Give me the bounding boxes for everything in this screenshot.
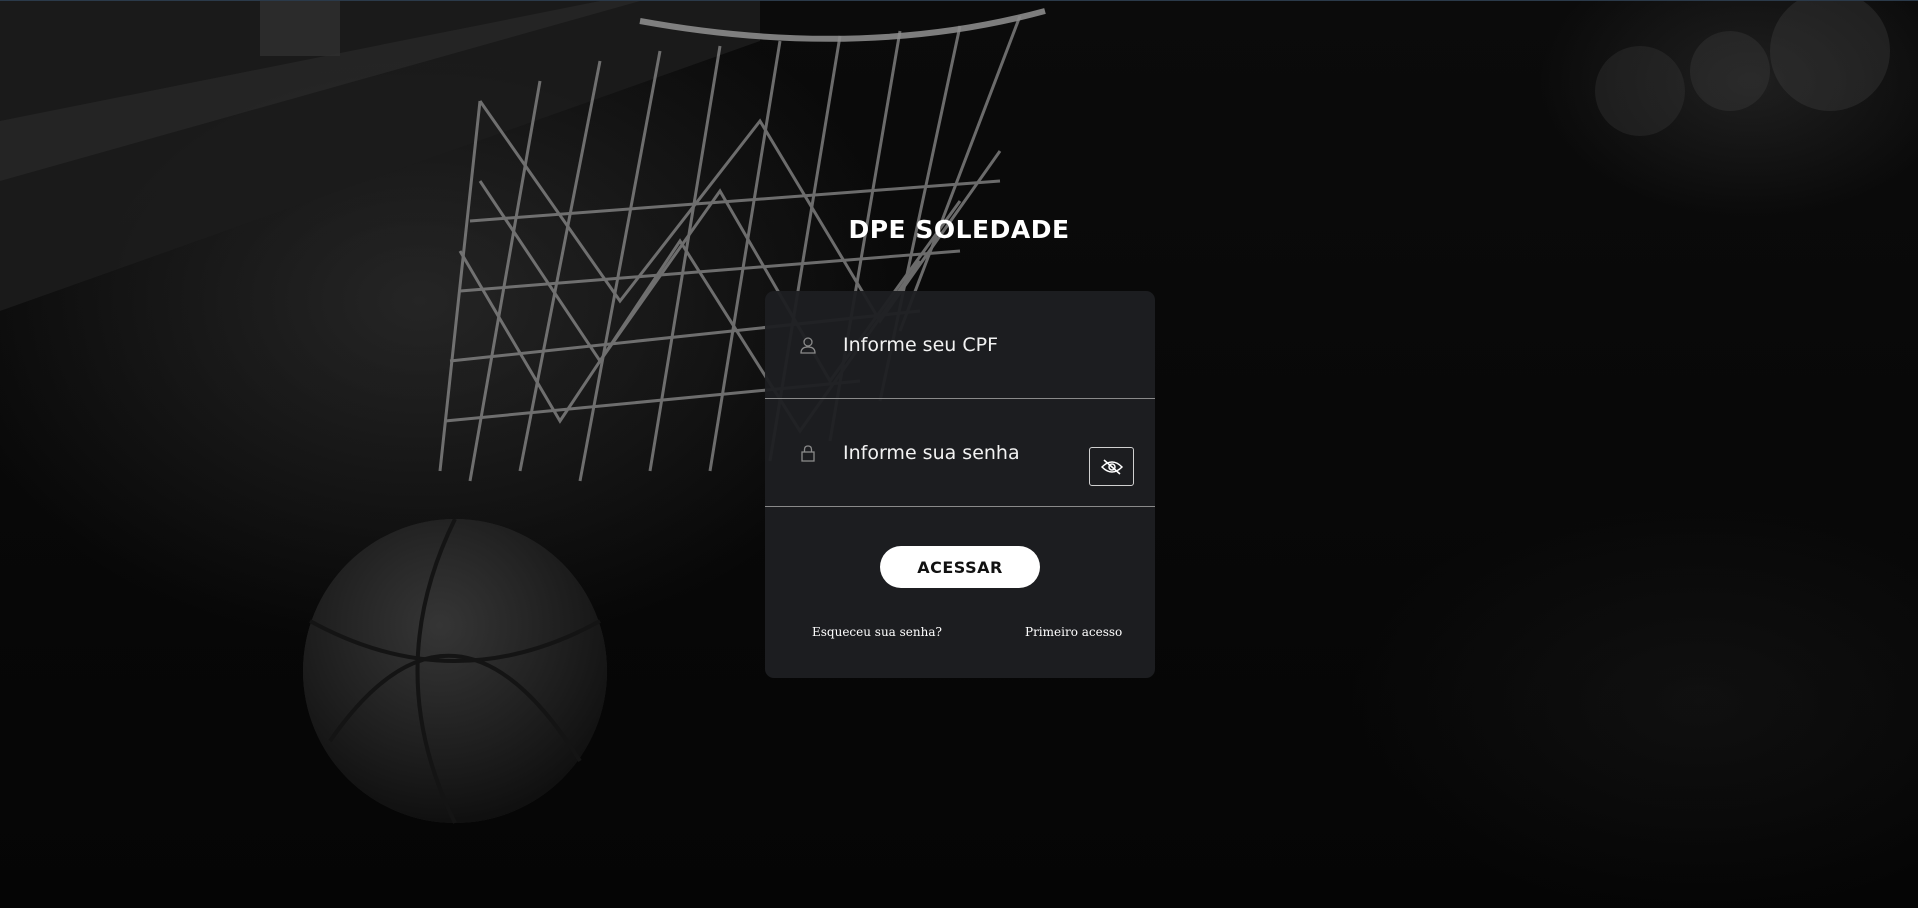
first-access-link[interactable]: Primeiro acesso xyxy=(1025,625,1122,639)
access-button[interactable]: ACESSAR xyxy=(880,546,1040,588)
lock-icon xyxy=(801,444,815,462)
login-card: ACESSAR Esqueceu sua senha? Primeiro ace… xyxy=(765,291,1155,678)
page-title: DPE SOLEDADE xyxy=(848,215,1070,244)
toggle-password-visibility-button[interactable] xyxy=(1089,447,1134,486)
password-input[interactable] xyxy=(843,436,1083,469)
cpf-field-row xyxy=(765,291,1155,399)
forgot-password-link[interactable]: Esqueceu sua senha? xyxy=(812,625,942,639)
password-field-row xyxy=(765,399,1155,507)
cpf-input[interactable] xyxy=(843,328,1083,361)
user-icon xyxy=(800,336,816,354)
eye-slash-icon xyxy=(1100,458,1123,475)
login-page: DPE SOLEDADE ACESSAR E xyxy=(0,0,1918,908)
